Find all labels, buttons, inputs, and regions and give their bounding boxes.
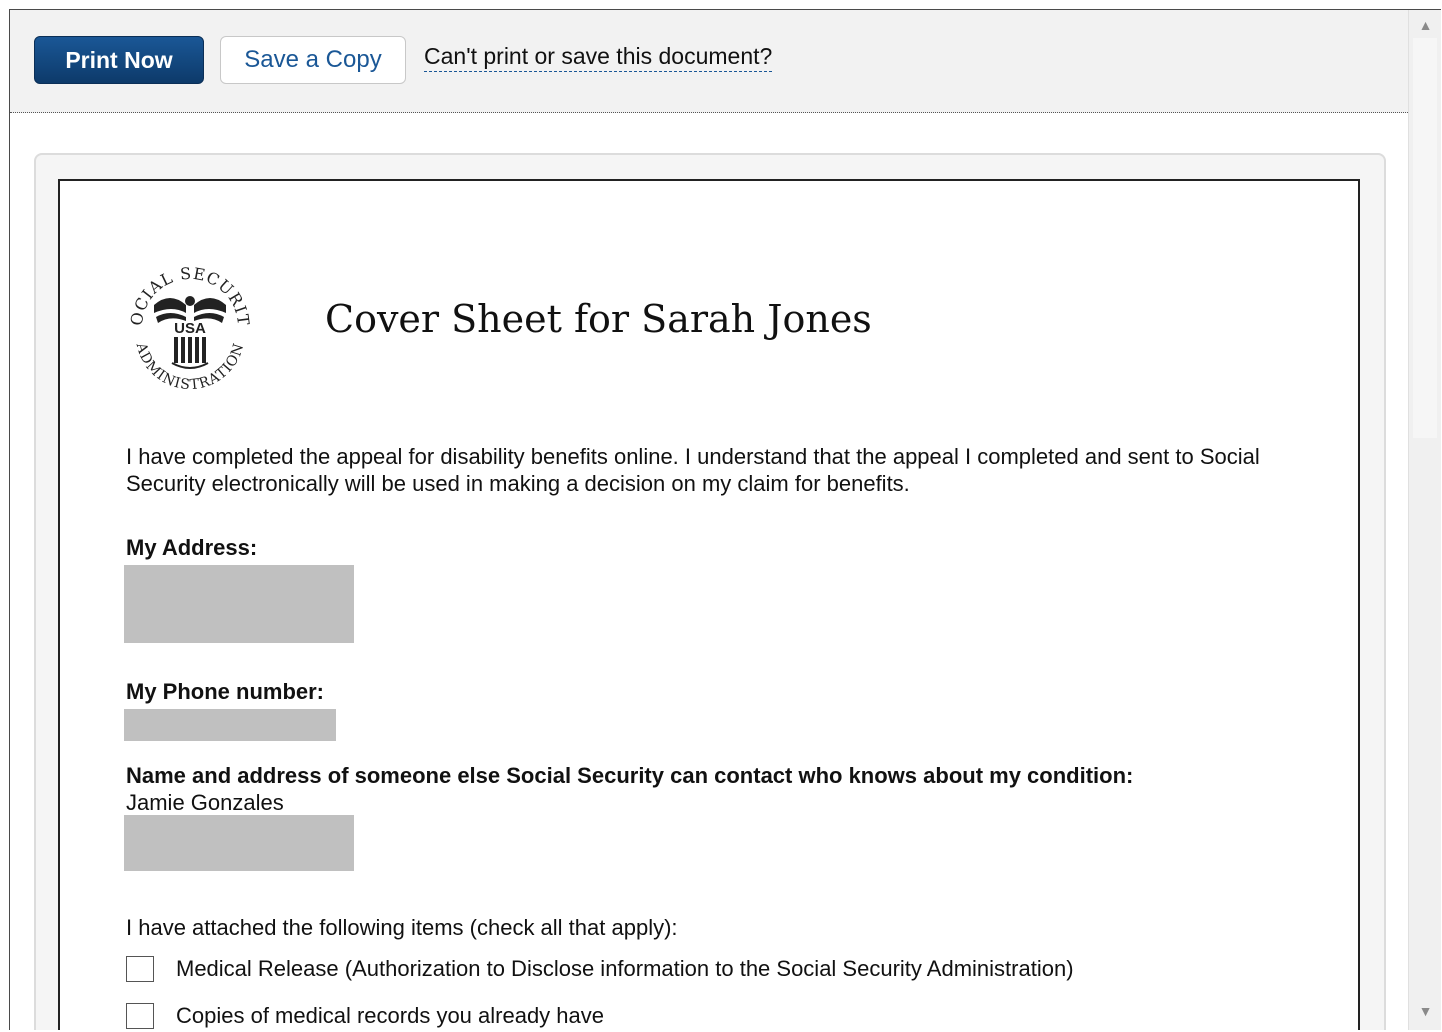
contact-name: Jamie Gonzales [126, 790, 284, 815]
scroll-thumb[interactable] [1413, 38, 1437, 438]
intro-text: I have completed the appeal for disabili… [126, 444, 1260, 496]
redacted-address [124, 565, 354, 643]
attachment-label: Copies of medical records you already ha… [176, 1003, 605, 1028]
vertical-scrollbar[interactable]: ▲ ▼ [1408, 10, 1441, 1030]
redacted-contact-address [124, 815, 354, 871]
attachments-intro: I have attached the following items (che… [126, 915, 678, 940]
attachment-item: Medical Release (Authorization to Disclo… [126, 956, 1074, 982]
down-arrow-icon[interactable]: ▼ [1409, 998, 1441, 1024]
save-copy-button[interactable]: Save a Copy [220, 36, 406, 84]
phone-label: My Phone number: [126, 679, 325, 704]
cover-sheet-page: SOCIAL SECURITY ADMINISTRATION USA Cover… [58, 179, 1360, 1030]
attachment-label: Medical Release (Authorization to Disclo… [176, 956, 1074, 981]
medical-release-checkbox[interactable] [126, 956, 154, 982]
address-label: My Address: [126, 535, 258, 560]
redacted-phone [124, 709, 336, 741]
svg-text:SOCIAL SECURITY: SOCIAL SECURITY [124, 261, 253, 327]
page-title: Cover Sheet for Sarah Jones [325, 297, 872, 341]
help-link[interactable]: Can't print or save this document? [424, 43, 773, 72]
ssa-seal-icon: SOCIAL SECURITY ADMINISTRATION USA [124, 261, 253, 393]
print-now-button[interactable]: Print Now [34, 36, 204, 84]
toolbar: Print Now Save a Copy Can't print or sav… [10, 10, 1408, 113]
medical-records-checkbox[interactable] [126, 1003, 154, 1029]
up-arrow-icon[interactable]: ▲ [1409, 12, 1441, 38]
contact-label: Name and address of someone else Social … [126, 763, 1134, 788]
document-viewer: Print Now Save a Copy Can't print or sav… [9, 9, 1441, 1030]
attachment-item: Copies of medical records you already ha… [126, 1003, 604, 1029]
svg-text:USA: USA [174, 320, 206, 337]
